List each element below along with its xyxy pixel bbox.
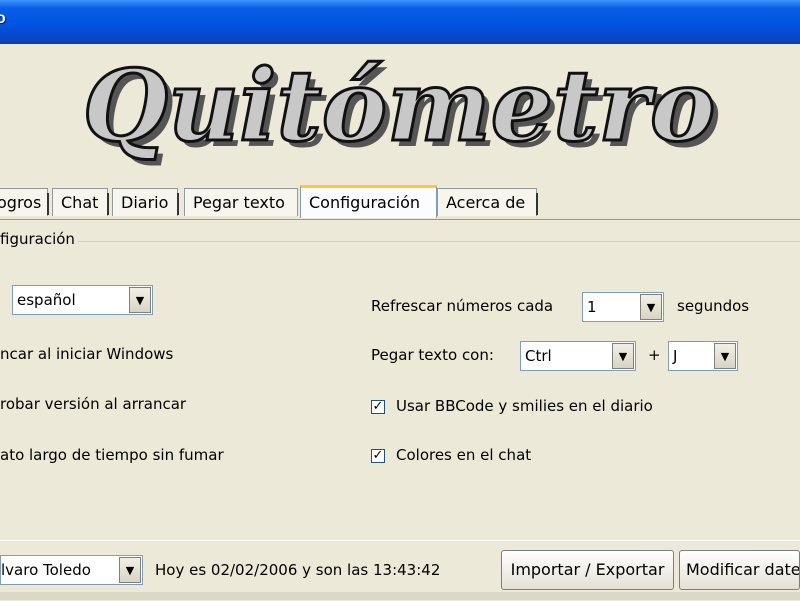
tab-label: ogros	[0, 193, 42, 212]
checkmark-icon: ✓	[372, 399, 384, 414]
group-label: figuración	[0, 230, 78, 248]
window-title: o	[0, 10, 6, 27]
paste-modifier-value: Ctrl	[525, 347, 552, 365]
window-bottom-edge	[0, 592, 800, 600]
user-select[interactable]: lvaro Toledo ▼	[0, 555, 143, 585]
chevron-down-icon[interactable]: ▼	[129, 287, 151, 313]
chevron-down-icon[interactable]: ▼	[640, 294, 662, 320]
chevron-down-icon[interactable]: ▼	[119, 557, 141, 583]
language-select[interactable]: español ▼	[12, 285, 153, 315]
app-logo: Quitómetro Quitómetro	[81, 48, 721, 170]
tab-diario[interactable]: Diario	[112, 188, 179, 216]
bbcode-checkbox[interactable]: ✓	[371, 400, 385, 414]
bbcode-label[interactable]: Usar BBCode y smilies en el diario	[396, 397, 653, 415]
tab-acerca-de[interactable]: Acerca de	[437, 188, 538, 216]
import-export-button[interactable]: Importar / Exportar	[501, 550, 674, 590]
tab-pegar-texto[interactable]: Pegar texto	[184, 188, 298, 216]
long-time-label[interactable]: ato largo de tiempo sin fumar	[0, 446, 224, 464]
chat-colors-checkbox[interactable]: ✓	[371, 449, 385, 463]
tab-configuracion[interactable]: Configuración	[300, 185, 437, 218]
plus-label: +	[648, 346, 661, 364]
language-value: español	[17, 291, 76, 309]
paste-key-select[interactable]: J ▼	[668, 341, 738, 371]
logo-text: Quitómetro	[83, 49, 716, 164]
title-bar[interactable]: o	[0, 0, 800, 44]
tab-label: Diario	[121, 193, 169, 212]
user-value: lvaro Toledo	[1, 561, 91, 579]
date-time-text: Hoy es 02/02/2006 y son las 13:43:42	[155, 561, 441, 579]
tab-chat[interactable]: Chat	[52, 188, 109, 216]
tab-label: Configuración	[309, 193, 421, 212]
checkmark-icon: ✓	[372, 448, 384, 463]
refresh-value: 1	[587, 298, 597, 316]
tab-label: Pegar texto	[193, 193, 285, 212]
refresh-label: Refrescar números cada	[371, 297, 554, 315]
refresh-unit-label: segundos	[677, 297, 750, 315]
tab-strip: ogros Chat Diario Pegar texto Configurac…	[0, 185, 800, 220]
tab-logros[interactable]: ogros	[0, 188, 49, 216]
chevron-down-icon[interactable]: ▼	[714, 343, 736, 369]
tab-label: Acerca de	[446, 193, 526, 212]
chat-colors-label[interactable]: Colores en el chat	[396, 446, 531, 464]
paste-shortcut-label: Pegar texto con:	[371, 346, 494, 364]
paste-key-value: J	[673, 347, 678, 365]
tab-label: Chat	[61, 193, 99, 212]
config-panel: figuración español ▼ ncar al iniciar Win…	[0, 219, 800, 541]
chevron-down-icon[interactable]: ▼	[612, 343, 634, 369]
start-windows-label[interactable]: ncar al iniciar Windows	[0, 345, 173, 363]
check-version-label[interactable]: robar versión al arrancar	[0, 395, 186, 413]
modify-data-button[interactable]: Modificar date	[679, 550, 800, 590]
paste-modifier-select[interactable]: Ctrl ▼	[520, 341, 636, 371]
refresh-interval-select[interactable]: 1 ▼	[582, 292, 664, 322]
